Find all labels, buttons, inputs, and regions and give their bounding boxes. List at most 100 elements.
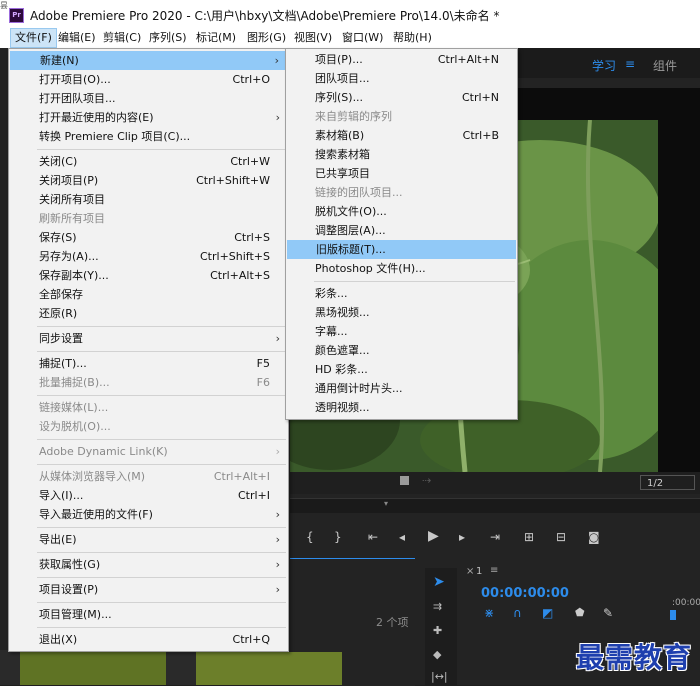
menu-window[interactable]: 窗口(W) <box>338 29 387 47</box>
menu-separator <box>314 281 515 282</box>
watermark-text: 最需教育 <box>576 641 693 674</box>
razor-tool-icon[interactable]: ◆ <box>433 648 441 661</box>
submenu-item-team-project[interactable]: 团队项目... <box>286 69 517 88</box>
submenu-item-photoshop-file[interactable]: Photoshop 文件(H)... <box>286 259 517 278</box>
menu-separator <box>37 464 286 465</box>
menu-item-import-recent[interactable]: 导入最近使用的文件(F) › <box>9 505 288 524</box>
submenu-arrow-icon: › <box>275 508 280 521</box>
new-submenu: 项目(P)... Ctrl+Alt+N 团队项目... 序列(S)... Ctrl+… <box>285 48 518 420</box>
submenu-item-legacy-title[interactable]: 旧版标题(T)... <box>287 240 516 259</box>
play-icon[interactable]: ▶ <box>428 528 439 544</box>
menu-edit[interactable]: 编辑(E) <box>54 29 100 47</box>
submenu-arrow-icon: › <box>275 332 280 345</box>
camera-icon[interactable]: ◙ <box>588 530 600 544</box>
menu-separator <box>37 577 286 578</box>
mark-in-icon[interactable]: { <box>306 530 314 544</box>
clip-thumbnail[interactable] <box>196 652 342 685</box>
slip-tool-icon[interactable]: |↔| <box>431 670 448 683</box>
menu-item-open-recent[interactable]: 打开最近使用的内容(E) › <box>9 108 288 127</box>
timeline-timecode[interactable]: 00:00:00:00 <box>481 586 569 601</box>
menu-item-close[interactable]: 关闭(C) Ctrl+W <box>9 152 288 171</box>
menu-separator <box>37 552 286 553</box>
menu-item-get-properties[interactable]: 获取属性(G) › <box>9 555 288 574</box>
tools-panel: ➤ ⇉ ✚ ◆ |↔| <box>425 568 457 685</box>
menu-item-export[interactable]: 导出(E) › <box>9 530 288 549</box>
mark-out-icon[interactable]: } <box>334 530 342 544</box>
submenu-item-countdown[interactable]: 通用倒计时片头... <box>286 379 517 398</box>
sequence-tab[interactable]: 1 <box>476 566 482 577</box>
close-tab-icon[interactable]: × <box>466 566 474 577</box>
workspace-tab-assembly[interactable]: 组件 <box>653 57 677 74</box>
timeline-playhead[interactable] <box>670 610 676 620</box>
menu-item-project-manager[interactable]: 项目管理(M)... <box>9 605 288 624</box>
overwrite-icon[interactable]: ⊟ <box>556 530 566 544</box>
add-marker-icon[interactable]: ◩ <box>542 606 553 620</box>
step-back-icon[interactable]: ◂ <box>399 530 405 544</box>
monitor-scrubber[interactable]: ▾ <box>290 498 700 513</box>
submenu-item-sequence[interactable]: 序列(S)... Ctrl+N <box>286 88 517 107</box>
clip-thumbnail[interactable] <box>20 652 166 685</box>
menu-sequence[interactable]: 序列(S) <box>145 29 191 47</box>
step-forward-icon[interactable]: ▸ <box>459 530 465 544</box>
submenu-item-color-matte[interactable]: 颜色遮罩... <box>286 341 517 360</box>
snap-icon[interactable]: ⋇ <box>484 606 494 620</box>
submenu-item-adjustment-layer[interactable]: 调整图层(A)... <box>286 221 517 240</box>
menu-item-exit[interactable]: 退出(X) Ctrl+Q <box>9 630 288 649</box>
submenu-item-project[interactable]: 项目(P)... Ctrl+Alt+N <box>286 50 517 69</box>
settings-icon[interactable]: ⇢ <box>422 474 431 487</box>
menu-item-dynamic-link: Adobe Dynamic Link(K) › <box>9 442 288 461</box>
panel-menu-icon[interactable]: ≡ <box>490 565 498 576</box>
menu-view[interactable]: 视图(V) <box>290 29 336 47</box>
menu-clip[interactable]: 剪辑(C) <box>99 29 145 47</box>
workspace-menu-icon[interactable]: ≡ <box>625 57 635 71</box>
submenu-item-black-video[interactable]: 黑场视频... <box>286 303 517 322</box>
submenu-item-search-bin[interactable]: 搜索素材箱 <box>286 145 517 164</box>
submenu-item-offline-file[interactable]: 脱机文件(O)... <box>286 202 517 221</box>
ripple-edit-tool-icon[interactable]: ✚ <box>433 624 442 637</box>
menu-item-close-all[interactable]: 关闭所有项目 <box>9 190 288 209</box>
resolution-select[interactable]: 1/2 <box>640 475 695 490</box>
menu-item-close-project[interactable]: 关闭项目(P) Ctrl+Shift+W <box>9 171 288 190</box>
menu-item-save[interactable]: 保存(S) Ctrl+S <box>9 228 288 247</box>
submenu-arrow-icon: › <box>275 533 280 546</box>
submenu-item-hd-bars[interactable]: HD 彩条... <box>286 360 517 379</box>
submenu-item-shared-project[interactable]: 已共享项目 <box>286 164 517 183</box>
submenu-item-bin[interactable]: 素材箱(B) Ctrl+B <box>286 126 517 145</box>
menu-separator <box>37 395 286 396</box>
submenu-item-bars-tone[interactable]: 彩条... <box>286 284 517 303</box>
track-select-tool-icon[interactable]: ⇉ <box>433 600 442 613</box>
submenu-item-captions[interactable]: 字幕... <box>286 322 517 341</box>
menu-item-revert[interactable]: 还原(R) <box>9 304 288 323</box>
workspace-tab-learn[interactable]: 学习 <box>592 57 616 74</box>
selection-tool-icon[interactable]: ➤ <box>433 574 445 590</box>
marker-icon[interactable]: ⬟ <box>575 606 585 619</box>
menu-item-open-team-project[interactable]: 打开团队项目... <box>9 89 288 108</box>
menu-item-capture[interactable]: 捕捉(T)... F5 <box>9 354 288 373</box>
submenu-item-transparent-video[interactable]: 透明视频... <box>286 398 517 417</box>
menu-item-make-offline: 设为脱机(O)... <box>39 420 111 433</box>
menu-item-convert-clip[interactable]: 转换 Premiere Clip 项目(C)... <box>9 127 288 146</box>
wrench-icon[interactable]: ✎ <box>603 606 613 620</box>
go-to-out-icon[interactable]: ⇥ <box>490 530 500 544</box>
menu-item-sync-settings[interactable]: 同步设置 › <box>9 329 288 348</box>
linked-selection-icon[interactable]: ∩ <box>513 606 522 620</box>
menu-item-save-all[interactable]: 全部保存 <box>9 285 288 304</box>
menu-item-save-copy[interactable]: 保存副本(Y)... Ctrl+Alt+S <box>9 266 288 285</box>
menu-separator <box>37 627 286 628</box>
menu-item-project-settings[interactable]: 项目设置(P) › <box>9 580 288 599</box>
menu-graphics[interactable]: 图形(G) <box>243 29 290 47</box>
edge-mark: 昙 <box>0 1 8 10</box>
insert-icon[interactable]: ⊞ <box>524 530 534 544</box>
menu-item-open-project[interactable]: 打开项目(O)... Ctrl+O <box>9 70 288 89</box>
title-bar: Pr Adobe Premiere Pro 2020 - C:\用户\hbxy\… <box>0 0 700 28</box>
menu-item-save-as[interactable]: 另存为(A)... Ctrl+Shift+S <box>9 247 288 266</box>
go-to-in-icon[interactable]: ⇤ <box>368 530 378 544</box>
menu-item-new[interactable]: 新建(N) › <box>10 51 287 70</box>
menu-marker[interactable]: 标记(M) <box>192 29 240 47</box>
submenu-arrow-icon: › <box>275 111 280 124</box>
menu-help[interactable]: 帮助(H) <box>389 29 436 47</box>
submenu-item-sequence-from-clip: 来自剪辑的序列 <box>315 110 392 123</box>
fit-icon[interactable] <box>400 476 409 485</box>
menu-file[interactable]: 文件(F) <box>10 28 57 48</box>
menu-item-import[interactable]: 导入(I)... Ctrl+I <box>9 486 288 505</box>
